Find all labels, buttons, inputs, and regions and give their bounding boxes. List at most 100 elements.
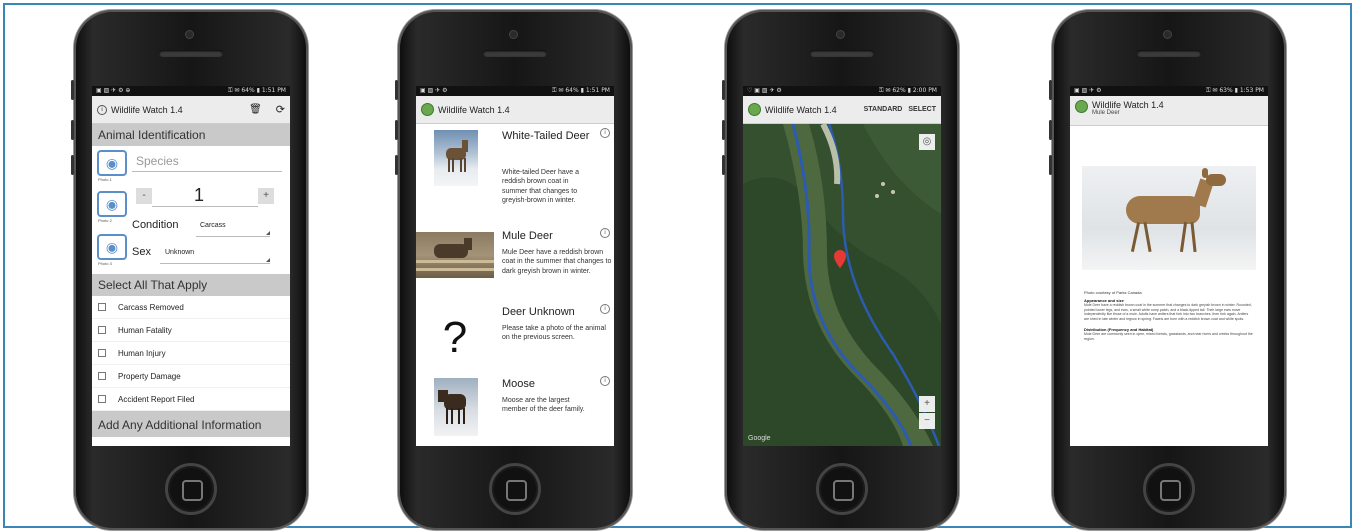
checkbox-icon[interactable] [98,372,106,380]
checkbox-icon[interactable] [98,349,106,357]
phone-2: ▣ ▨ ✈ ⚙ ⚿ ✉ 64% ▮ 1:51 PM Wildlife Watch… [395,10,632,530]
checkbox-label: Human Injury [118,348,166,358]
status-icons-left: ▣ ▨ ✈ ⚙ [420,87,448,94]
zoom-out-button[interactable]: − [919,413,935,429]
checkbox-label: Human Fatality [118,325,172,335]
info-icon[interactable]: i [600,376,610,386]
appearance-text: Mule Deer have a reddish brown coat in t… [1084,303,1252,321]
zoom-in-button[interactable]: + [919,396,935,412]
section-select-all: Select All That Apply [92,274,290,296]
checkbox-icon[interactable] [98,395,106,403]
count-underline [152,206,258,207]
decrement-button[interactable]: - [136,188,152,204]
section-additional-info: Add Any Additional Information [92,411,290,437]
app-bar: Wildlife Watch 1.4 STANDARD SELECT [743,96,941,124]
condition-label: Condition [132,219,179,231]
screen-animal-identification: ▣ ▨ ✈ ⚙ ⊕ ⚿ ✉ 64% ▮ 1:51 PM i Wildlife W… [92,86,290,446]
status-bar: ♡ ▣ ▨ ✈ ⚙ ⚿ ✉ 62% ▮ 2:00 PM [743,86,941,96]
satellite-map[interactable]: ◎ + − Google [743,124,941,446]
status-bar: ▣ ▨ ✈ ⚙ ⚿ ✉ 63% ▮ 1:53 PM [1070,86,1268,96]
sex-select[interactable]: Unknown [165,249,194,256]
item-description: Moose are the largest member of the deer… [502,397,585,414]
condition-select[interactable]: Carcass [200,222,226,229]
camera-icon: ◉ [105,238,119,255]
checkbox-human-injury[interactable]: Human Injury [92,342,290,365]
status-icons-right: ⚿ ✉ 63% ▮ 1:53 PM [1205,87,1264,94]
info-icon[interactable]: i [600,128,610,138]
checkbox-label: Property Damage [118,371,181,381]
phone-3: ♡ ▣ ▨ ✈ ⚙ ⚿ ✉ 62% ▮ 2:00 PM Wildlife Wat… [722,10,959,530]
photo-caption: Photo courtesy of Parks Canada [1084,290,1142,295]
google-attribution: Google [748,435,771,442]
list-item-moose[interactable]: Moose Moose are the largest member of th… [416,372,614,446]
app-bar: Wildlife Watch 1.4 [416,96,614,124]
camera-icon: ◉ [105,154,119,171]
earpiece [483,50,547,57]
species-input[interactable]: Species [132,150,282,172]
checkbox-human-fatality[interactable]: Human Fatality [92,319,290,342]
refresh-icon[interactable]: ⟳ [276,103,285,116]
earpiece [1137,50,1201,57]
app-bar: i Wildlife Watch 1.4 🗑 ⟳ [92,96,290,124]
screen-species-detail: ▣ ▨ ✈ ⚙ ⚿ ✉ 63% ▮ 1:53 PM Wildlife Watch… [1070,86,1268,446]
standard-button[interactable]: STANDARD [864,106,903,113]
locate-button[interactable]: ◎ [919,134,935,150]
photo-1-label: Photo 1 [98,177,112,182]
info-icon[interactable]: i [97,104,107,115]
item-name: Mule Deer [502,230,553,242]
photo-2-button[interactable]: ◉ [97,191,127,217]
photo-1-button[interactable]: ◉ [97,150,127,176]
home-button[interactable] [1143,463,1195,515]
list-item-deer-unknown[interactable]: ? Deer Unknown Please take a photo of th… [416,300,614,372]
status-bar: ▣ ▨ ✈ ⚙ ⊕ ⚿ ✉ 64% ▮ 1:51 PM [92,86,290,96]
phone-4: ▣ ▨ ✈ ⚙ ⚿ ✉ 63% ▮ 1:53 PM Wildlife Watch… [1049,10,1286,530]
checkbox-accident-report[interactable]: Accident Report Filed [92,388,290,411]
trash-icon[interactable]: 🗑 [249,104,262,115]
front-camera [509,30,518,39]
info-icon[interactable]: i [600,228,610,238]
count-value[interactable]: 1 [194,185,204,206]
front-camera [185,30,194,39]
info-icon[interactable]: i [600,304,610,314]
home-button[interactable] [489,463,541,515]
status-icons-left: ♡ ▣ ▨ ✈ ⚙ [747,87,782,94]
app-title: Wildlife Watch 1.4 [1092,100,1164,110]
home-button[interactable] [816,463,868,515]
app-title: Wildlife Watch 1.4 [765,104,837,115]
home-button[interactable] [165,463,217,515]
select-button[interactable]: SELECT [908,106,936,113]
front-camera [1163,30,1172,39]
checkbox-icon[interactable] [98,326,106,334]
status-icons-right: ⚿ ✉ 64% ▮ 1:51 PM [551,87,610,94]
list-item-white-tailed-deer[interactable]: White-Tailed Deer White-tailed Deer have… [416,124,614,224]
app-bar: Wildlife Watch 1.4 Mule Deer [1070,96,1268,126]
app-logo-icon [748,103,761,116]
moose-photo [434,378,478,436]
section-animal-identification: Animal Identification [92,124,290,146]
mule-deer-photo [416,232,494,278]
increment-button[interactable]: + [258,188,274,204]
list-item-mule-deer[interactable]: Mule Deer Mule Deer have a reddish brown… [416,224,614,300]
item-name: Moose [502,378,536,390]
app-title: Wildlife Watch 1.4 [111,104,183,115]
checkbox-carcass-removed[interactable]: Carcass Removed [92,296,290,319]
condition-underline [196,236,270,237]
unknown-question-icon: ? [442,313,468,362]
item-name: White-Tailed Deer [502,130,590,142]
camera-icon: ◉ [105,195,119,212]
screen-species-list: ▣ ▨ ✈ ⚙ ⚿ ✉ 64% ▮ 1:51 PM Wildlife Watch… [416,86,614,446]
photo-3-button[interactable]: ◉ [97,234,127,260]
checkbox-property-damage[interactable]: Property Damage [92,365,290,388]
item-description: Please take a photo of the animal on the… [502,325,606,342]
status-icons-right: ⚿ ✉ 64% ▮ 1:51 PM [227,87,286,94]
phone-1: ▣ ▨ ✈ ⚙ ⊕ ⚿ ✉ 64% ▮ 1:51 PM i Wildlife W… [71,10,308,530]
mule-deer-photo [1082,166,1256,270]
photo-3-label: Photo 3 [98,261,112,266]
checkbox-icon[interactable] [98,303,106,311]
distribution-text: Mule Deer are commonly seen in open, mix… [1084,332,1253,341]
dropdown-caret-icon [266,258,270,262]
status-icons-right: ⚿ ✉ 62% ▮ 2:00 PM [878,87,937,94]
front-camera [836,30,845,39]
status-icons-left: ▣ ▨ ✈ ⚙ ⊕ [96,87,131,94]
item-description: Mule Deer have a reddish brown coat in t… [502,249,612,275]
